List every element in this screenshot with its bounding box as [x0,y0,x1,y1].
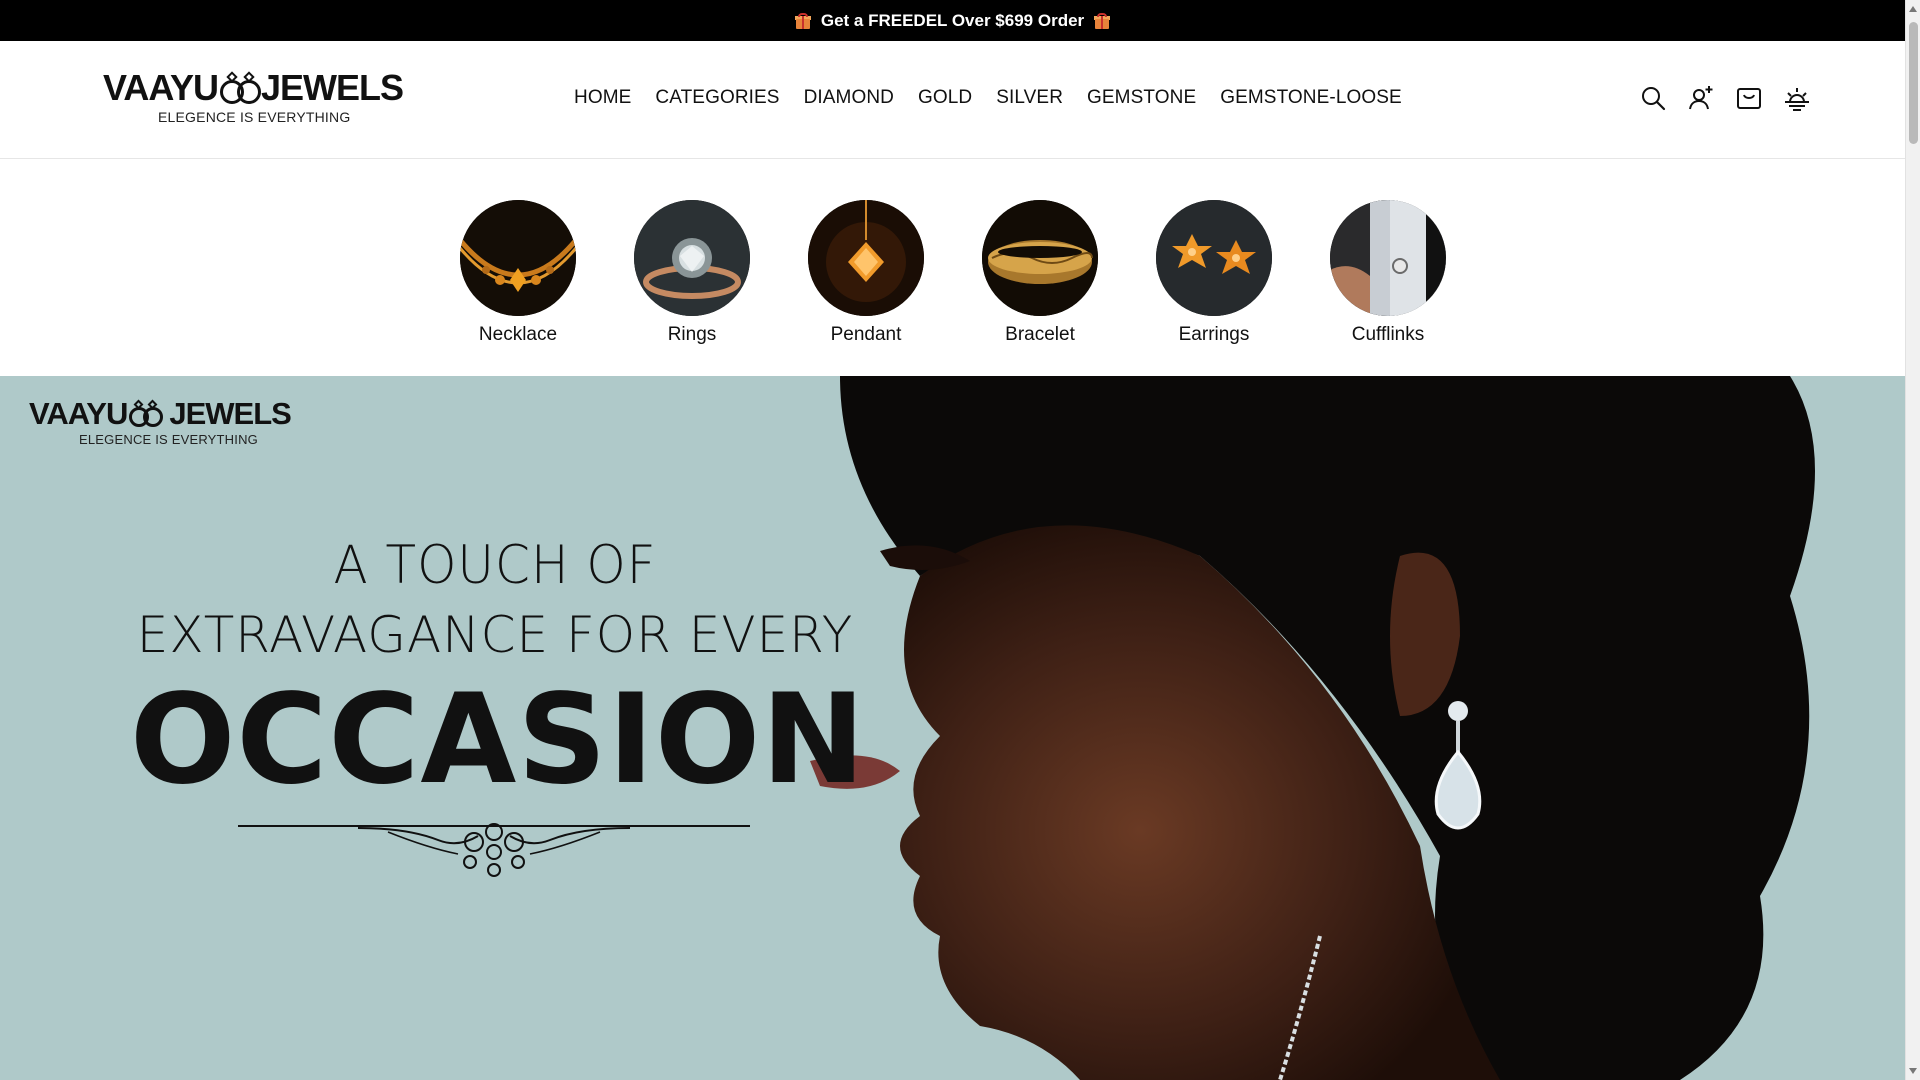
ring-image [634,200,750,316]
nav-gemstone[interactable]: GEMSTONE [1087,87,1196,109]
category-bracelet[interactable]: Bracelet [980,200,1100,346]
hero-headline: OCCASION [130,668,867,812]
nav-silver[interactable]: SILVER [996,87,1063,109]
brand-tagline: ELEGENCE IS EVERYTHING [79,432,258,447]
pendant-image [808,200,924,316]
cufflinks-image [1330,200,1446,316]
brand-name-left: VAAYU [29,396,128,431]
cart-icon[interactable] [1736,85,1762,111]
earrings-image [1156,200,1272,316]
hero-brand-logo: VAAYU JEWELS ELEGENCE IS EVERYTHING [29,398,329,456]
account-add-icon[interactable] [1688,85,1714,111]
nav-gold[interactable]: GOLD [918,87,972,109]
gift-icon [794,12,811,29]
category-rings[interactable]: Rings [632,200,752,346]
rings-logo-icon [129,399,167,427]
ornament-divider-icon [238,823,750,877]
brand-logo[interactable]: VAAYU JEWELS ELEGENCE IS EVERYTHING [103,67,404,128]
announcement-bar: Get a FREEDEL Over $699 Order [0,0,1905,41]
category-cufflinks[interactable]: Cufflinks [1328,200,1448,346]
bracelet-image [982,200,1098,316]
hero-line-2: EXTRAVAGANCE FOR EVERY [136,606,854,664]
announcement-text: Get a FREEDEL Over $699 Order [820,10,1085,30]
category-label: Cufflinks [1351,324,1425,345]
nav-categories[interactable]: CATEGORIES [655,87,779,109]
scrollbar-thumb[interactable] [1909,22,1918,144]
brand-name-right: JEWELS [260,67,404,108]
category-label: Pendant [830,324,902,345]
search-icon[interactable] [1640,85,1666,111]
necklace-image [460,200,576,316]
nav-diamond[interactable]: DIAMOND [804,87,894,109]
category-pendant[interactable]: Pendant [806,200,926,346]
brand-name-right: JEWELS [169,396,291,431]
scroll-up-icon[interactable] [1909,6,1917,12]
brand-name-left: VAAYU [103,67,219,108]
gift-icon [1094,12,1111,29]
theme-toggle-icon[interactable] [1784,85,1810,111]
nav-gemstone-loose[interactable]: GEMSTONE-LOOSE [1220,87,1402,109]
hero-banner[interactable]: VAAYU JEWELS ELEGENCE IS EVERYTHING A TO… [0,376,1905,1080]
brand-tagline: ELEGENCE IS EVERYTHING [158,109,351,125]
category-label: Rings [667,324,717,345]
category-strip: Necklace Rings Pendant Bracelet Earrings… [0,160,1905,376]
page-scrollbar[interactable] [1905,0,1920,1080]
main-nav: HOME CATEGORIES DIAMOND GOLD SILVER GEMS… [574,87,1402,109]
site-header: VAAYU JEWELS ELEGENCE IS EVERYTHING HOME… [0,41,1905,159]
category-label: Necklace [478,324,558,345]
hero-model-image [810,376,1815,1080]
category-label: Earrings [1178,324,1250,345]
header-actions [1640,85,1810,111]
category-label: Bracelet [1005,324,1075,345]
rings-logo-icon [220,71,262,104]
category-necklace[interactable]: Necklace [458,200,578,346]
hero-line-1: A TOUCH OF [333,534,657,596]
category-earrings[interactable]: Earrings [1154,200,1274,346]
nav-home[interactable]: HOME [574,87,631,109]
scroll-down-icon[interactable] [1909,1068,1917,1074]
